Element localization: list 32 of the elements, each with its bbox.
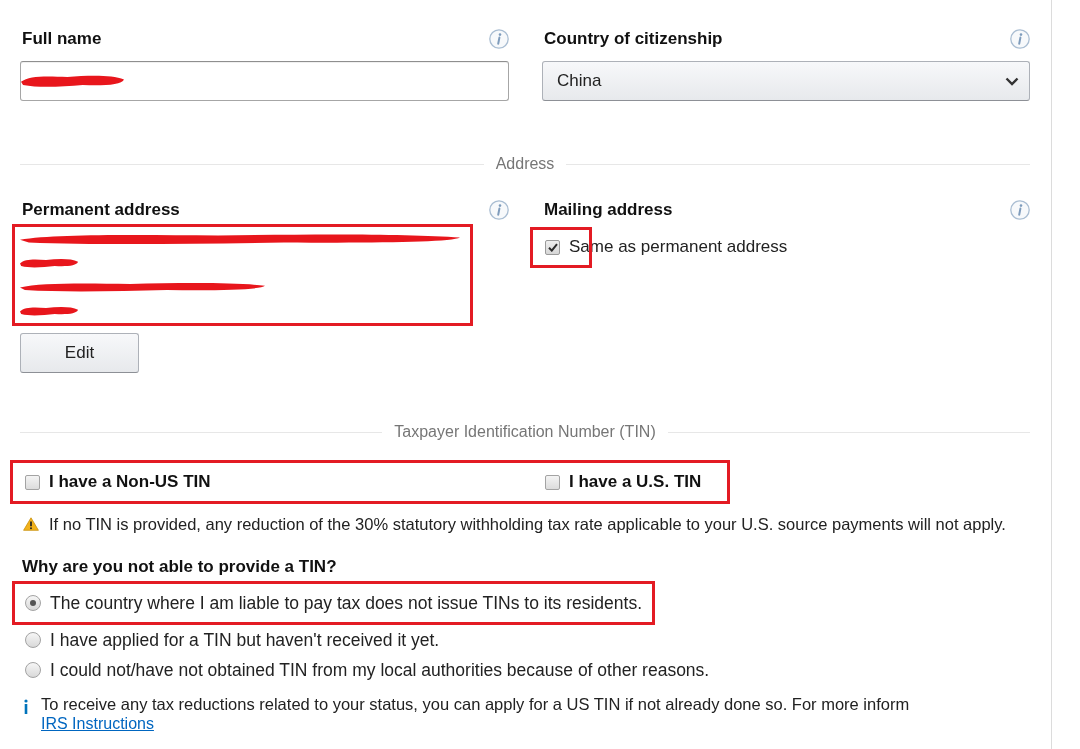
info-icon [23,699,29,714]
info-icon[interactable] [1010,199,1030,220]
radio-label: I have applied for a TIN but haven't received it yet. [50,629,440,651]
checkbox[interactable] [545,239,560,255]
section-divider-label: Address [494,154,556,174]
checkmark-icon [547,242,558,252]
radio-label: I could not/have not obtained TIN from my local authorities because of other reasons. [50,659,710,681]
warning-icon [23,517,39,531]
field-label: Permanent address [21,199,180,221]
irs-instructions-link[interactable]: IRS Instructions [41,714,154,734]
radio-label: The country where I am liable to pay tax does not issue TINs to its residents. [50,592,643,614]
checkbox[interactable] [25,474,40,490]
edit-button[interactable]: Edit [20,333,139,373]
country-select[interactable]: China [542,61,1030,101]
field-label: Country of citizenship [543,28,723,50]
info-icon[interactable] [489,28,509,49]
checkbox-label: I have a Non-US TIN [49,472,211,492]
checkbox-label: I have a U.S. TIN [569,472,702,492]
field-label: Full name [21,28,102,50]
field-label: Mailing address [543,199,673,221]
warning-text: If no TIN is provided, any reduction of the 30% statutory withholding tax rate applicable to your U.S. source payments will not apply. [49,514,1006,534]
info-icon[interactable] [489,199,509,220]
radio-button[interactable] [25,595,41,611]
info-note-text: To receive any tax reductions related to your status, you can apply for a US TIN if not already done so. For more inform [41,694,910,714]
section-divider-label: Taxpayer Identification Number (TIN) [393,422,657,442]
chevron-down-icon [1005,76,1019,86]
info-icon[interactable] [1010,28,1030,49]
radio-button[interactable] [25,632,41,648]
checkbox[interactable] [545,474,560,490]
question-label: Why are you not able to provide a TIN? [21,557,337,577]
full-name-input[interactable] [20,61,509,101]
radio-button[interactable] [25,662,41,678]
